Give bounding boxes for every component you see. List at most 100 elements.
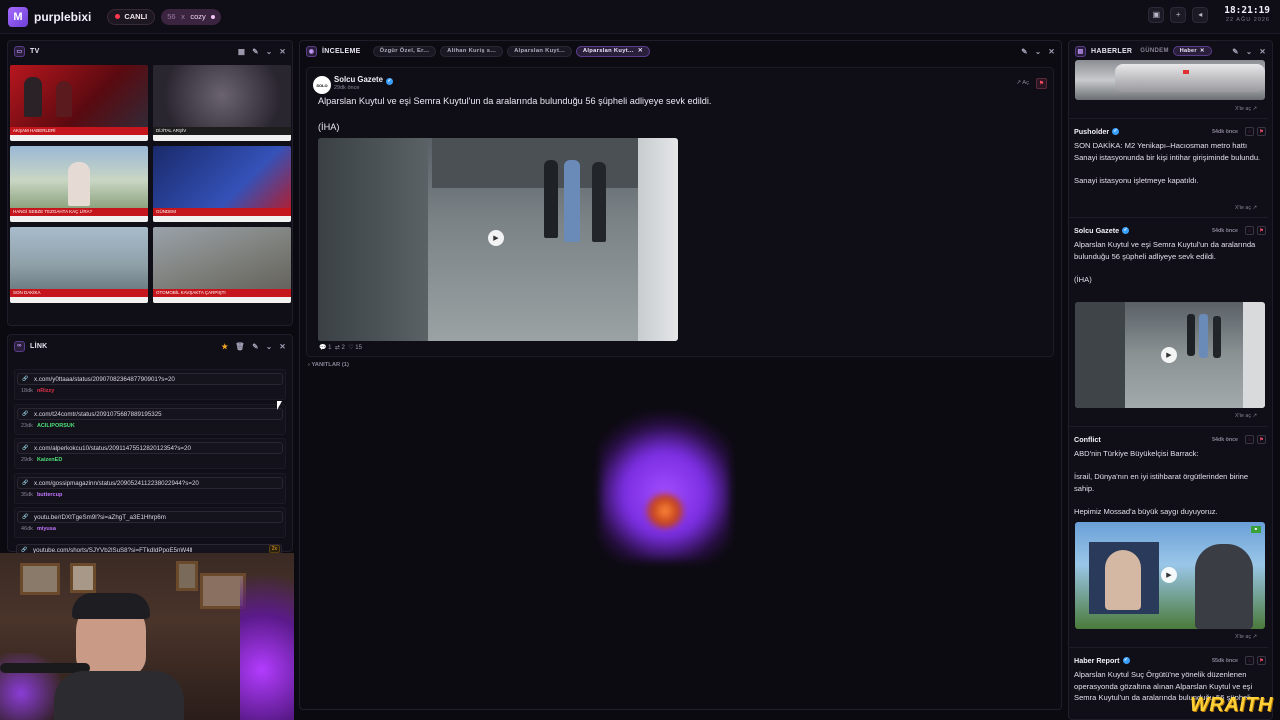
open-in-x-label: X'te aç [1235, 634, 1252, 640]
inspect-icon: ◉ [306, 45, 317, 57]
open-link[interactable]: ↗ Aç [1016, 80, 1029, 86]
flag-icon[interactable]: ⚑ [1257, 656, 1266, 665]
tab-alparslan-2[interactable]: Alparslan Kuyt... ✕ [575, 45, 650, 57]
tab-close-icon[interactable]: ✕ [1200, 48, 1205, 54]
live-dot-icon [115, 14, 121, 19]
channel-search-pill[interactable]: 56 x cozy [161, 8, 222, 25]
streamer-shirt [54, 671, 184, 720]
link-item[interactable]: x.com/t24comtr/status/209107568788919532… [14, 404, 286, 435]
news-image-metro[interactable] [1075, 60, 1265, 100]
news-author[interactable]: Haber Report [1074, 656, 1120, 665]
tv-channel-4[interactable]: GÜNDEM [153, 146, 291, 222]
close-icon[interactable]: ✕ [1259, 47, 1266, 56]
news-author[interactable]: Pusholder [1074, 127, 1109, 136]
mute-icon[interactable]: ◌ [1245, 656, 1254, 665]
screenshot-icon[interactable]: ▣ [1148, 6, 1165, 23]
play-icon[interactable]: ▶ [1161, 567, 1177, 583]
flag-icon[interactable]: ⚑ [1257, 435, 1266, 444]
add-panel-button[interactable]: + [1170, 6, 1187, 23]
open-in-x-link[interactable]: X'te aç ↗ [1235, 413, 1280, 419]
mute-icon[interactable]: ◌ [1245, 435, 1254, 444]
mute-icon[interactable]: ◌ [1245, 127, 1254, 136]
edit-icon[interactable]: ✎ [252, 47, 259, 56]
open-in-x-link[interactable]: X'te aç ↗ [1235, 205, 1280, 211]
edit-icon[interactable]: ✎ [1232, 47, 1239, 56]
streamer-watermark: WRAITH [1190, 694, 1273, 716]
link-user[interactable]: buttercup [37, 492, 62, 498]
news-time: 54dk önce [1212, 436, 1238, 443]
video-person [1213, 316, 1221, 358]
tab-haber[interactable]: Haber ✕ [1172, 46, 1212, 56]
video-person [592, 162, 606, 242]
chevron-down-icon[interactable]: ⌄ [266, 47, 273, 56]
open-in-x-link[interactable]: X'te aç ↗ [1235, 106, 1280, 112]
link-user[interactable]: ACILIPORSUK [37, 423, 75, 429]
edit-icon[interactable]: ✎ [252, 342, 259, 351]
like-icon[interactable]: ♡ [348, 345, 353, 351]
separator [1068, 426, 1268, 427]
flag-icon[interactable]: ⚑ [1036, 78, 1047, 89]
news-video-interview[interactable]: ■ ▶ [1075, 522, 1265, 629]
post-author[interactable]: Solcu Gazete ✓ [334, 75, 393, 85]
repost-icon[interactable]: ⇄ [335, 345, 340, 351]
replies-toggle[interactable]: › YANITLAR (1) [308, 362, 349, 368]
close-icon[interactable]: ✕ [279, 47, 286, 56]
link-url[interactable]: x.com/gossipmagazinn/status/209052411223… [17, 477, 283, 489]
tv-channel-2[interactable]: DİJİTAL ARŞİV [153, 65, 291, 141]
tab-ozgur-ozel[interactable]: Özgür Özel, Er... [372, 45, 437, 57]
edit-icon[interactable]: ✎ [1021, 47, 1028, 56]
link-url[interactable]: youtu.be/rDXtTgeSm9l?si=aZhgT_a3E1Hhrp6m [17, 511, 283, 523]
news-author[interactable]: Conflict [1074, 435, 1101, 444]
wall-frame [176, 561, 198, 591]
close-icon[interactable]: ✕ [279, 342, 286, 351]
open-in-x-link[interactable]: X'te aç ↗ [1235, 634, 1280, 640]
link-item[interactable]: x.com/gossipmagazinn/status/209052411223… [14, 473, 286, 504]
tv-channel-1[interactable]: AKŞAM HABERLERİ [10, 65, 148, 141]
mute-icon[interactable]: ◌ [1245, 226, 1254, 235]
tv-channel-5[interactable]: SON DAKİKA [10, 227, 148, 303]
link-panel-header: ∞ LİNK ★ 🗑 ✎ ⌄ ✕ [8, 335, 292, 357]
link-user[interactable]: nRizzy [37, 388, 54, 394]
trash-icon[interactable]: 🗑 [235, 342, 245, 351]
volume-icon[interactable]: ◂ [1192, 6, 1209, 23]
post-video[interactable]: ▶ [318, 138, 678, 341]
play-icon[interactable]: ▶ [488, 230, 504, 246]
link-user[interactable]: miyusa [37, 526, 56, 532]
flag-icon[interactable]: ⚑ [1257, 226, 1266, 235]
chevron-down-icon[interactable]: ⌄ [1035, 47, 1042, 56]
inspection-header: ◉ İNCELEME Özgür Özel, Er... Alihan Kuri… [300, 41, 1061, 61]
grid-icon[interactable]: ▦ [238, 47, 245, 56]
close-icon[interactable]: ✕ [1048, 47, 1055, 56]
search-clear[interactable]: x [181, 12, 185, 21]
chevron-down-icon[interactable]: ⌄ [1246, 47, 1253, 56]
live-badge[interactable]: CANLI [107, 8, 156, 25]
post-avatar[interactable]: SOLO [313, 76, 331, 94]
tab-gundem[interactable]: GÜNDEM [1140, 48, 1168, 54]
channel-logo-icon: ■ [1251, 526, 1261, 533]
news-video-thumbnail[interactable]: ▶ [1075, 302, 1265, 408]
news-author[interactable]: Solcu Gazete [1074, 226, 1119, 235]
link-url[interactable]: x.com/y0ttaaa/status/2090708236487790901… [17, 373, 283, 385]
reply-icon[interactable]: 💬 [319, 345, 326, 351]
news-item-solcu-gazete: Solcu Gazete ✓ 54dk önce ◌ ⚑ Alparslan Kuytu… [1074, 226, 1266, 285]
link-item[interactable]: youtu.be/rDXtTgeSm9l?si=aZhgT_a3E1Hhrp6m… [14, 507, 286, 538]
link-meta: 35dk buttercup [21, 492, 62, 498]
tv-channel-6[interactable]: OTOMOBİL KAVŞAKTA ÇARPIŞTI [153, 227, 291, 303]
tab-alihan-kuris[interactable]: Alihan Kuriş s... [440, 45, 504, 57]
chevron-down-icon[interactable]: ⌄ [266, 342, 273, 351]
wall-frame [20, 563, 60, 595]
news-time: 55dk önce [1212, 657, 1238, 664]
flag-icon[interactable]: ⚑ [1257, 127, 1266, 136]
tv-channel-3[interactable]: HANGİ SEBZE TEZGAHTA KAÇ LİRA? [10, 146, 148, 222]
link-url[interactable]: x.com/t24comtr/status/209107568788919532… [17, 408, 283, 420]
tab-close-icon[interactable]: ✕ [638, 48, 643, 54]
brand-logo-icon[interactable]: M [8, 6, 28, 27]
link-item[interactable]: x.com/y0ttaaa/status/2090708236487790901… [14, 369, 286, 400]
link-url[interactable]: x.com/alperkokcu10/status/20911475512820… [17, 442, 283, 454]
play-icon[interactable]: ▶ [1161, 347, 1177, 363]
open-in-x-label: X'te aç [1235, 106, 1252, 112]
link-user[interactable]: KaizenED [37, 457, 62, 463]
tab-alparslan-1[interactable]: Alparslan Kuyt... [507, 45, 572, 57]
link-item[interactable]: x.com/alperkokcu10/status/20911475512820… [14, 438, 286, 469]
star-icon[interactable]: ★ [221, 342, 228, 351]
